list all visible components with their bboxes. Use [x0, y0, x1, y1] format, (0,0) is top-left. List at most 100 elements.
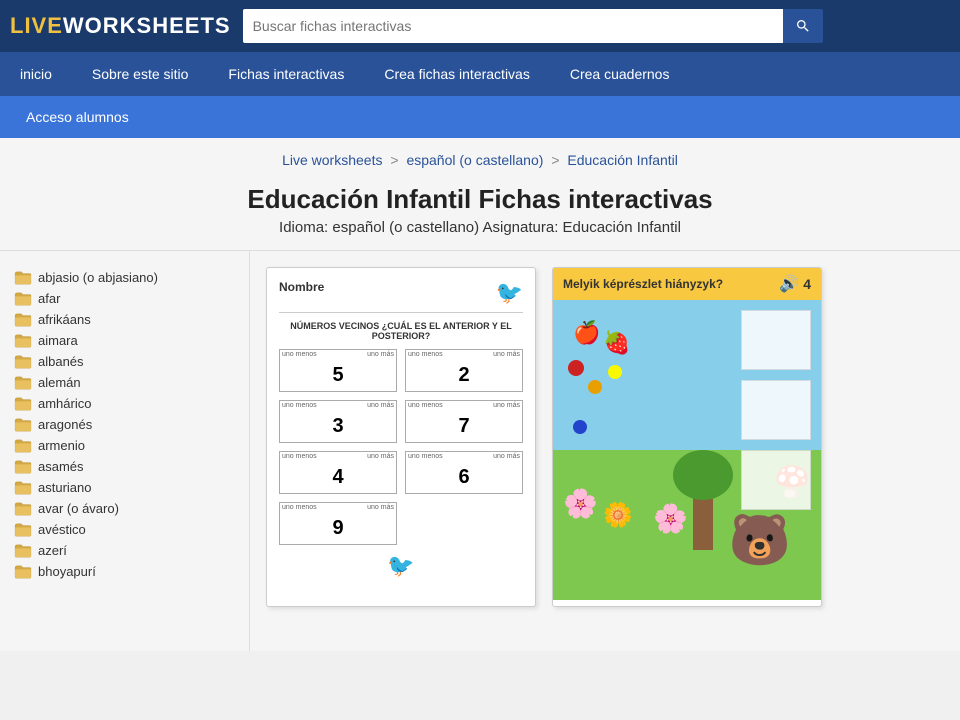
nav-inicio[interactable]: inicio [0, 52, 72, 96]
ws-cell-number-6: 9 [286, 517, 390, 540]
nav-fichas[interactable]: Fichas interactivas [208, 52, 364, 96]
sidebar-item-label-13: azerí [38, 543, 67, 558]
search-button[interactable] [783, 9, 823, 43]
ws-cell-label-right-1: uno más [493, 351, 520, 358]
folder-icon-14 [14, 565, 32, 579]
sidebar-item-11[interactable]: avar (o ávaro) [10, 498, 239, 519]
ws-header-1: Nombre 🐦 [279, 280, 523, 313]
breadcrumb-live-worksheets[interactable]: Live worksheets [282, 152, 382, 168]
nav: inicio Sobre este sitio Fichas interacti… [0, 52, 960, 96]
puzzle-piece-3 [741, 450, 811, 510]
fruit-tree: 🍎 [573, 320, 600, 346]
sidebar-item-label-5: alemán [38, 375, 81, 390]
fruit-2: 🍓 [603, 330, 630, 356]
folder-icon-3 [14, 334, 32, 348]
folder-icon-0 [14, 271, 32, 285]
main-content: abjasio (o abjasiano) afar afrikáans aim… [0, 251, 960, 651]
sidebar-item-label-9: asamés [38, 459, 84, 474]
blue-ball [573, 420, 587, 434]
breadcrumb-educacion[interactable]: Educación Infantil [567, 152, 678, 168]
search-input[interactable] [243, 9, 783, 43]
breadcrumb-sep1: > [390, 152, 402, 168]
ws-cell-label-left-4: uno menos [282, 453, 317, 460]
breadcrumb: Live worksheets > español (o castellano)… [0, 152, 960, 168]
folder-icon-1 [14, 292, 32, 306]
score-value: 4 [803, 276, 811, 292]
sidebar-item-9[interactable]: asamés [10, 456, 239, 477]
worksheet-card-1[interactable]: Nombre 🐦 NÚMEROS VECINOS ¿CUÁL ES EL ANT… [266, 267, 536, 607]
folder-icon-11 [14, 502, 32, 516]
tree-crown [673, 450, 733, 500]
bear-character: 🐻 [729, 511, 791, 570]
sidebar-item-label-10: asturiano [38, 480, 91, 495]
ws-cell-0: uno menos uno más 5 [279, 349, 397, 392]
folder-icon-12 [14, 523, 32, 537]
folder-icon-9 [14, 460, 32, 474]
sidebar-item-3[interactable]: aimara [10, 330, 239, 351]
ws-cell-label-left-6: uno menos [282, 504, 317, 511]
ws-puzzle-title: Melyik képrészlet hiányzyk? [563, 277, 723, 291]
flower-1: 🌸 [563, 487, 598, 520]
sidebar-item-0[interactable]: abjasio (o abjasiano) [10, 267, 239, 288]
ws-cell-label-left-3: uno menos [408, 402, 443, 409]
folder-icon-2 [14, 313, 32, 327]
sidebar-item-label-8: armenio [38, 438, 85, 453]
page-subtitle: Idioma: español (o castellano) Asignatur… [0, 219, 960, 236]
orange-ball [588, 380, 602, 394]
ws-title-1: Nombre [279, 280, 324, 294]
folder-icon-4 [14, 355, 32, 369]
ws-cell-3: uno menos uno más 7 [405, 400, 523, 443]
sidebar-item-4[interactable]: albanés [10, 351, 239, 372]
ws-cell-6: uno menos uno más 9 [279, 502, 397, 545]
sidebar-item-2[interactable]: afrikáans [10, 309, 239, 330]
red-ball [568, 360, 584, 376]
logo[interactable]: LIVEWORKSHEETS [10, 13, 231, 39]
sidebar-item-7[interactable]: aragonés [10, 414, 239, 435]
ws-bird-icon: 🐦 [496, 280, 523, 306]
nav-sobre[interactable]: Sobre este sitio [72, 52, 209, 96]
puzzle-piece-2 [741, 380, 811, 440]
ws-cell-4: uno menos uno más 4 [279, 451, 397, 494]
ws-cell-2: uno menos uno más 3 [279, 400, 397, 443]
sidebar-item-6[interactable]: amhárico [10, 393, 239, 414]
sidebar-item-label-4: albanés [38, 354, 84, 369]
sidebar-item-1[interactable]: afar [10, 288, 239, 309]
sidebar-item-10[interactable]: asturiano [10, 477, 239, 498]
sidebar-item-label-7: aragonés [38, 417, 92, 432]
sidebar-item-8[interactable]: armenio [10, 435, 239, 456]
ws-cell-number-5: 6 [412, 466, 516, 489]
sidebar-item-label-11: avar (o ávaro) [38, 501, 119, 516]
worksheet-card-2[interactable]: Melyik képrészlet hiányzyk? 🔊 4 🌸 🌼 🌸 🍄 … [552, 267, 822, 607]
sidebar-item-label-1: afar [38, 291, 60, 306]
sidebar-item-12[interactable]: avéstico [10, 519, 239, 540]
search-bar [243, 9, 823, 43]
breadcrumb-sep2: > [551, 152, 563, 168]
nav-crea-cuadernos[interactable]: Crea cuadernos [550, 52, 690, 96]
logo-rest: WORKSHEETS [63, 13, 231, 38]
sidebar-item-label-2: afrikáans [38, 312, 91, 327]
nav-crea-fichas[interactable]: Crea fichas interactivas [364, 52, 550, 96]
acceso-bar: Acceso alumnos [0, 96, 960, 138]
ws-cell-5: uno menos uno más 6 [405, 451, 523, 494]
ws-cell-number-0: 5 [286, 364, 390, 387]
page-title: Educación Infantil Fichas interactivas [0, 184, 960, 215]
sidebar-item-label-14: bhoyapurí [38, 564, 96, 579]
worksheets-area: Nombre 🐦 NÚMEROS VECINOS ¿CUÁL ES EL ANT… [250, 251, 960, 651]
folder-icon-13 [14, 544, 32, 558]
breadcrumb-espanol[interactable]: español (o castellano) [406, 152, 543, 168]
ws-cell-number-1: 2 [412, 364, 516, 387]
ws-cell-label-right-4: uno más [367, 453, 394, 460]
ws-cell-label-right-0: uno más [367, 351, 394, 358]
sidebar-item-5[interactable]: alemán [10, 372, 239, 393]
sidebar-item-13[interactable]: azerí [10, 540, 239, 561]
sidebar: abjasio (o abjasiano) afar afrikáans aim… [0, 251, 250, 651]
folder-icon-6 [14, 397, 32, 411]
puzzle-piece-1 [741, 310, 811, 370]
ws-cell-label-right-3: uno más [493, 402, 520, 409]
acceso-alumnos-button[interactable]: Acceso alumnos [10, 103, 145, 131]
sidebar-item-14[interactable]: bhoyapurí [10, 561, 239, 582]
sidebar-item-label-0: abjasio (o abjasiano) [38, 270, 158, 285]
ws-cell-number-2: 3 [286, 415, 390, 438]
ws-puzzle-header: Melyik képrészlet hiányzyk? 🔊 4 [553, 268, 821, 300]
ws-cell-label-left-2: uno menos [282, 402, 317, 409]
